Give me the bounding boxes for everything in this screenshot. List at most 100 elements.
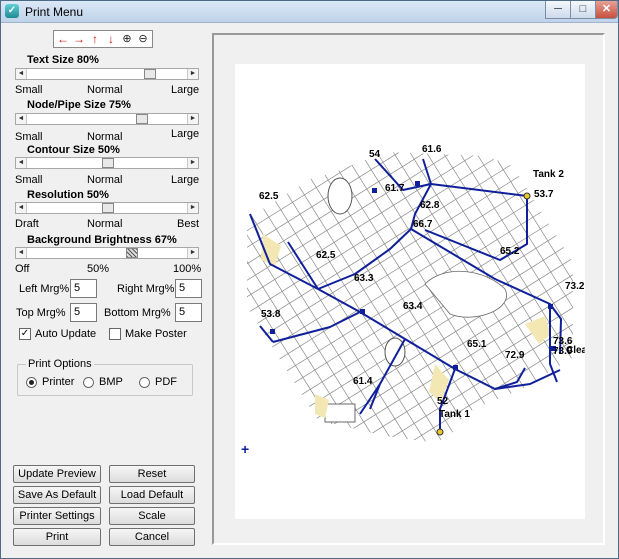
slider-thumb[interactable]: [136, 114, 148, 124]
contour-size-slider[interactable]: ◄ ►: [15, 157, 199, 169]
tank-1-marker: [436, 428, 444, 436]
scale-button[interactable]: Scale: [109, 507, 195, 525]
node-label: 63.3: [354, 273, 374, 284]
node-size-label: Node/Pipe Size 75%: [27, 99, 131, 111]
print-options-group: Print Options Printer BMP PDF: [17, 358, 193, 396]
left-margin-input[interactable]: 5: [70, 279, 97, 298]
node-label: 63.4: [403, 301, 423, 312]
slider-thumb[interactable]: [102, 158, 114, 168]
node-size-max: Large: [171, 128, 200, 140]
slider-left-icon[interactable]: ◄: [16, 203, 27, 213]
slider-thumb[interactable]: [102, 203, 114, 213]
node-label: 73.2: [565, 281, 585, 292]
bottom-margin-label: Bottom Mrg%: [104, 307, 171, 319]
maximize-button[interactable]: □: [570, 1, 596, 19]
zoom-in-icon[interactable]: ⊕: [120, 32, 134, 46]
map-mask-top: [235, 64, 585, 209]
resolution-slider[interactable]: ◄ ►: [15, 202, 199, 214]
contour-size-label: Contour Size 50%: [27, 144, 120, 156]
make-poster-label: Make Poster: [125, 328, 187, 340]
text-size-slider[interactable]: ◄ ►: [15, 68, 199, 80]
slider-left-icon[interactable]: ◄: [16, 69, 27, 79]
top-margin-label: Top Mrg%: [16, 307, 66, 319]
printer-settings-button[interactable]: Printer Settings: [13, 507, 101, 525]
resolution-mid: Normal: [87, 218, 123, 230]
update-preview-button[interactable]: Update Preview: [13, 465, 101, 483]
contour-size-min: Small: [15, 174, 43, 186]
slider-right-icon[interactable]: ►: [187, 158, 198, 168]
slider-thumb[interactable]: [126, 248, 138, 258]
node-label: 65.1: [467, 339, 487, 350]
slider-right-icon[interactable]: ►: [187, 114, 198, 124]
slider-left-icon[interactable]: ◄: [16, 158, 27, 168]
node-label: Tank 1: [439, 409, 470, 420]
node-label: 66.7: [413, 219, 433, 230]
text-size-label: Text Size 80%: [27, 54, 99, 66]
arrow-right-icon[interactable]: →: [72, 32, 86, 46]
node-size-mid: Normal: [87, 131, 123, 143]
contour-size-mid: Normal: [87, 174, 123, 186]
node-size-slider[interactable]: ◄ ►: [15, 113, 199, 125]
client-area: ← → ↑ ↓ ⊕ ⊖ Text Size 80% ◄ ► Small Norm…: [3, 24, 616, 558]
node-label: 62.8: [420, 200, 440, 211]
background-max: 100%: [173, 263, 202, 275]
print-button[interactable]: Print: [13, 528, 101, 546]
slider-thumb[interactable]: [144, 69, 156, 79]
pdf-radio-label: PDF: [155, 376, 177, 388]
slider-right-icon[interactable]: ►: [187, 69, 198, 79]
minimize-button[interactable]: ─: [545, 1, 571, 19]
printer-radio[interactable]: [26, 377, 37, 388]
reset-button[interactable]: Reset: [109, 465, 195, 483]
pan-zoom-toolbar: ← → ↑ ↓ ⊕ ⊖: [53, 30, 153, 48]
slider-right-icon[interactable]: ►: [187, 248, 198, 258]
node-label: 52: [437, 396, 449, 407]
printer-radio-label: Printer: [42, 376, 75, 388]
stadium-shape: [327, 177, 353, 215]
zoom-out-icon[interactable]: ⊖: [136, 32, 150, 46]
window-title: Print Menu: [25, 5, 84, 19]
top-margin-input[interactable]: 5: [70, 303, 97, 322]
app-icon: ✓: [5, 4, 19, 18]
pdf-radio[interactable]: [139, 377, 150, 388]
node-label: 54: [369, 149, 381, 160]
slider-left-icon[interactable]: ◄: [16, 248, 27, 258]
bmp-radio[interactable]: [83, 377, 94, 388]
contour-size-max: Large: [171, 174, 200, 186]
background-mid: 50%: [87, 263, 110, 275]
node-label: 53.7: [534, 189, 554, 200]
yellow-zone: [525, 316, 551, 344]
print-preview-area[interactable]: + 54 61.6 Tank 2 62.5 61.7 62.8 53.7 66.…: [212, 33, 609, 545]
resolution-max: Best: [177, 218, 200, 230]
bottom-margin-input[interactable]: 5: [175, 303, 202, 322]
node-label: 53.8: [261, 309, 281, 320]
tank-2-marker: [523, 192, 531, 200]
load-default-button[interactable]: Load Default: [109, 486, 195, 504]
save-default-button[interactable]: Save As Default: [13, 486, 101, 504]
right-margin-input[interactable]: 5: [175, 279, 202, 298]
node-label: 61.4: [353, 376, 373, 387]
text-size-max: Large: [171, 84, 200, 96]
slider-left-icon[interactable]: ◄: [16, 114, 27, 124]
resolution-min: Draft: [15, 218, 39, 230]
cancel-button[interactable]: Cancel: [109, 528, 195, 546]
background-slider[interactable]: ◄ ►: [15, 247, 199, 259]
background-label: Background Brightness 67%: [27, 234, 177, 246]
arrow-up-icon[interactable]: ↑: [88, 32, 102, 46]
node-label: 62.5: [316, 250, 336, 261]
text-size-mid: Normal: [87, 84, 123, 96]
title-bar[interactable]: ✓ Print Menu ─ □ ✕: [1, 1, 618, 23]
arrow-down-icon[interactable]: ↓: [104, 32, 118, 46]
left-margin-label: Left Mrg%: [19, 283, 70, 295]
auto-update-checkbox[interactable]: ✓: [19, 328, 31, 340]
background-min: Off: [15, 263, 30, 275]
slider-right-icon[interactable]: ►: [187, 203, 198, 213]
make-poster-checkbox[interactable]: [109, 328, 121, 340]
resolution-label: Resolution 50%: [27, 189, 109, 201]
network-map: + 54 61.6 Tank 2 62.5 61.7 62.8 53.7 66.…: [212, 64, 609, 519]
arrow-left-icon[interactable]: ←: [56, 32, 70, 46]
right-margin-label: Right Mrg%: [117, 283, 175, 295]
node-label: Clea: [566, 345, 585, 356]
close-button[interactable]: ✕: [595, 1, 618, 19]
node-label: Tank 2: [533, 169, 564, 180]
node-label: 61.7: [385, 183, 405, 194]
